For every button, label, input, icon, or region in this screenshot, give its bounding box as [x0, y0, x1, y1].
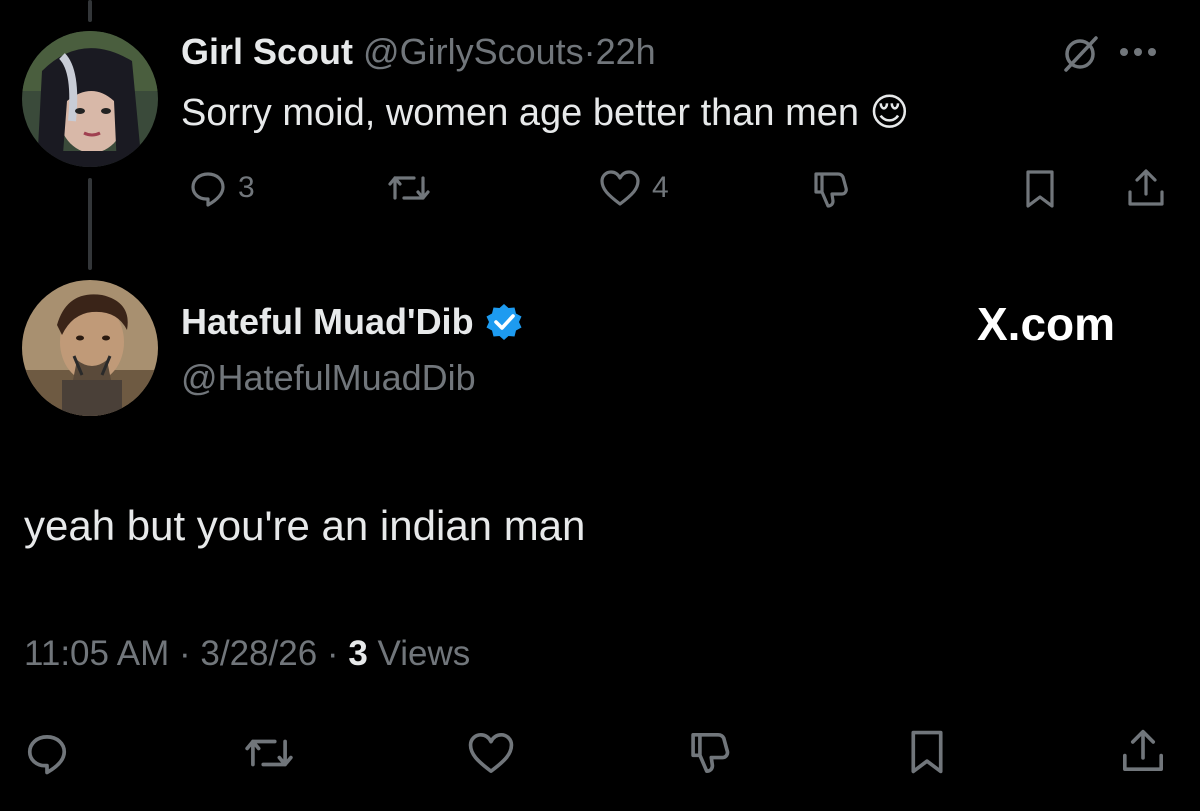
more-options-icon[interactable] [1117, 45, 1167, 59]
reply-icon [188, 168, 228, 208]
parent-reply-action[interactable]: 3 [188, 168, 255, 208]
reply-meta-sep2: · [326, 634, 339, 673]
repost-icon [386, 168, 432, 208]
reply-handle[interactable]: @HatefulMuadDib [181, 356, 476, 400]
reply-time[interactable]: 11:05 AM [24, 634, 169, 673]
reply-meta-sep1: · [179, 634, 191, 673]
thumbs-down-icon [808, 168, 852, 212]
parent-like-action[interactable]: 4 [598, 168, 669, 208]
grok-icon[interactable] [1058, 32, 1102, 76]
share-icon [1124, 166, 1168, 210]
reply-share-action[interactable] [1118, 726, 1168, 776]
reply-display-name-row: Hateful Muad'Dib [181, 300, 524, 344]
parent-display-name[interactable]: Girl Scout [181, 31, 353, 72]
reply-meta: 11:05 AM · 3/28/26 · 3 Views [24, 632, 470, 676]
parent-header: Girl Scout @GirlyScouts·22h [181, 30, 656, 74]
avatar-hateful-muaddib[interactable] [22, 280, 158, 416]
reply-bookmark-action[interactable] [904, 728, 950, 776]
parent-separator: · [583, 31, 596, 72]
parent-dislike-action[interactable] [808, 168, 852, 212]
thread-line-bottom [88, 178, 92, 270]
parent-time[interactable]: 22h [596, 31, 656, 72]
parent-repost-action[interactable] [386, 168, 432, 208]
avatar-girl-scout[interactable] [22, 31, 158, 167]
x-com-watermark: X.com [977, 298, 1116, 350]
reply-date[interactable]: 3/28/26 [200, 634, 317, 673]
bookmark-icon [1020, 168, 1060, 210]
reply-tweet-text: yeah but you're an indian man [24, 502, 586, 549]
thread-line-top [88, 0, 92, 22]
like-count: 4 [652, 171, 669, 204]
parent-handle[interactable]: @GirlyScouts [363, 31, 584, 72]
verified-badge-icon[interactable] [484, 302, 524, 342]
parent-bookmark-action[interactable] [1020, 168, 1060, 210]
reply-reply-action[interactable] [24, 730, 70, 776]
reply-views-label[interactable]: Views [378, 634, 471, 673]
reply-dislike-action[interactable] [684, 728, 734, 778]
reply-repost-action[interactable] [242, 730, 296, 776]
reply-views-count[interactable]: 3 [348, 634, 367, 673]
reply-count: 3 [238, 171, 255, 204]
reply-like-action[interactable] [466, 730, 516, 776]
parent-tweet-text: Sorry moid, women age better than men 😌 [181, 92, 910, 134]
reply-display-name[interactable]: Hateful Muad'Dib [181, 300, 474, 344]
like-icon [598, 168, 642, 208]
parent-share-action[interactable] [1124, 166, 1168, 210]
